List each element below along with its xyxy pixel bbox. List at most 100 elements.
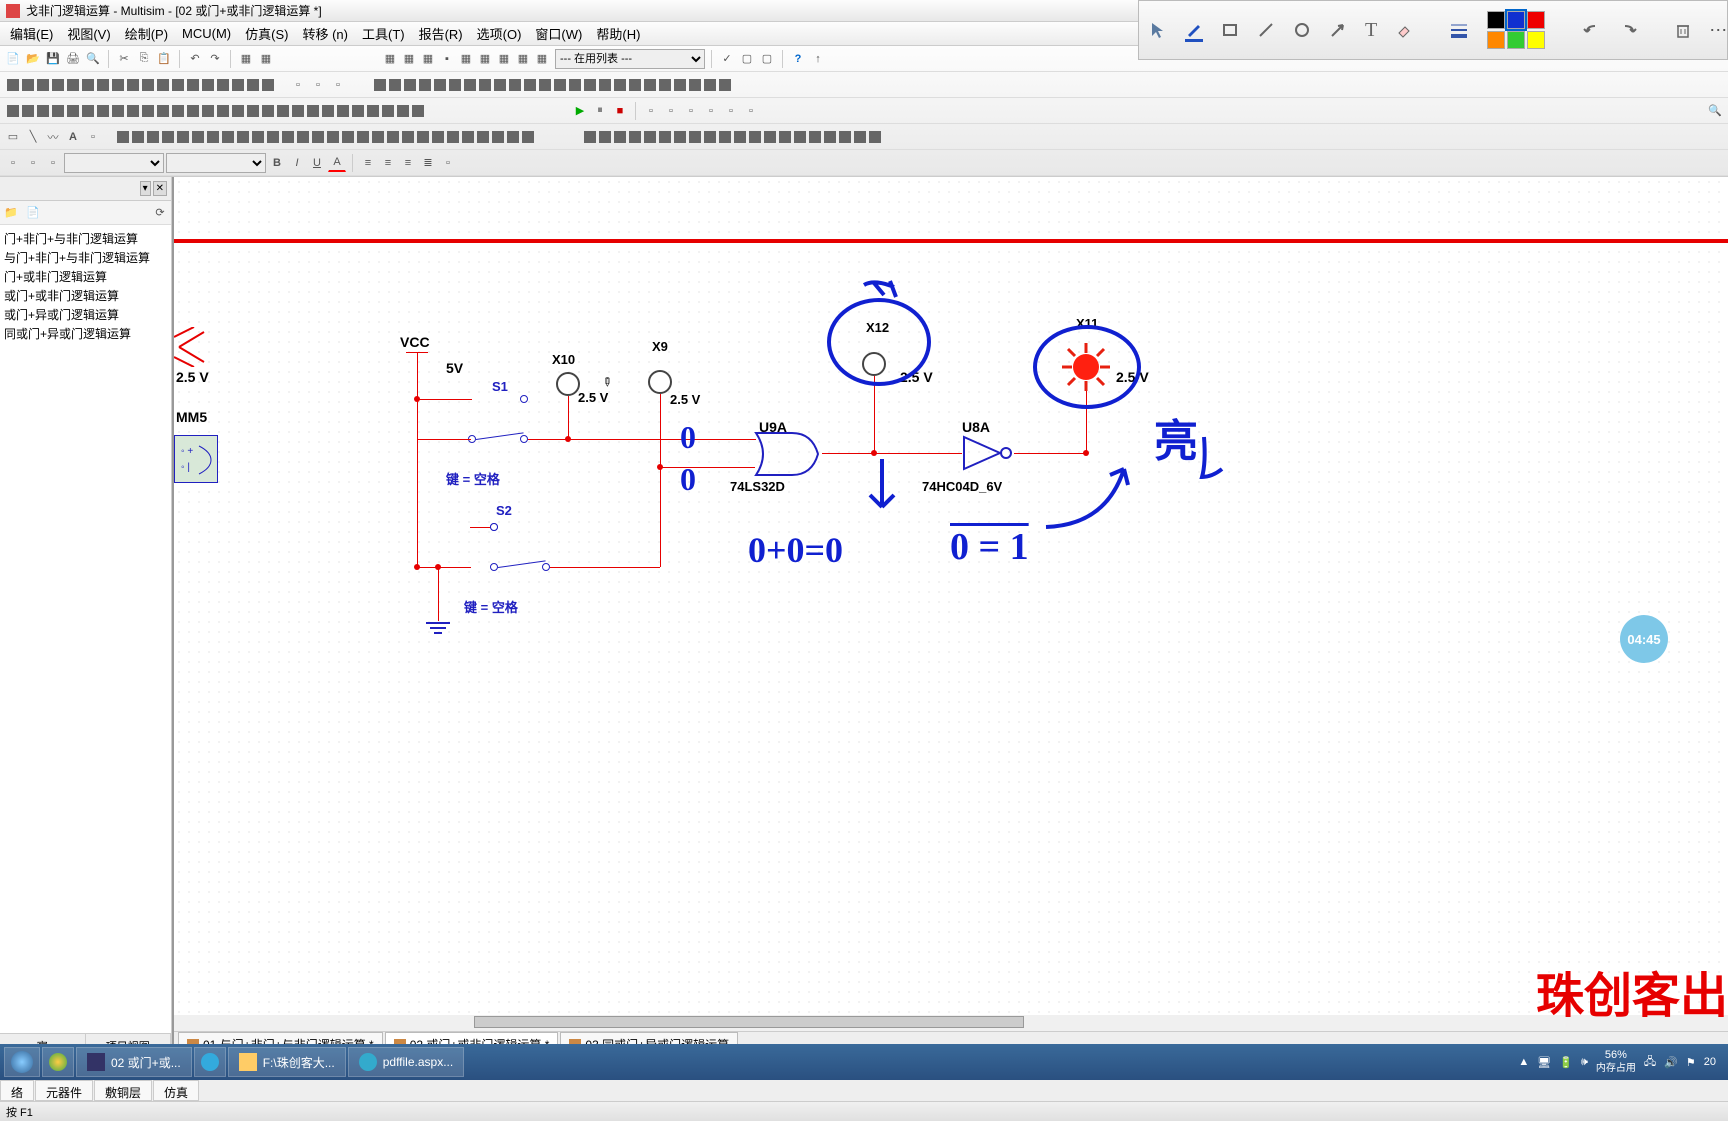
- task-multisim[interactable]: 02 或门+或...: [76, 1047, 192, 1077]
- design-tree[interactable]: 门+非门+与非门逻辑运算 与门+非门+与非门逻辑运算 门+或非门逻辑运算 或门+…: [0, 225, 171, 1033]
- color-green[interactable]: [1507, 31, 1525, 49]
- instr-icon[interactable]: [614, 79, 626, 91]
- menu-reports[interactable]: 报告(R): [413, 22, 469, 45]
- instr-icon[interactable]: [689, 79, 701, 91]
- instr-icon[interactable]: [297, 131, 309, 143]
- tool-icon[interactable]: ▫: [722, 102, 740, 120]
- instr-icon[interactable]: [7, 79, 19, 91]
- comp-icon[interactable]: ▦: [400, 50, 418, 68]
- comp-icon[interactable]: ▦: [457, 50, 475, 68]
- instr-icon[interactable]: [357, 131, 369, 143]
- scrollbar-horizontal[interactable]: [174, 1015, 1728, 1031]
- comp-icon[interactable]: ▦: [381, 50, 399, 68]
- instr-icon[interactable]: [584, 131, 596, 143]
- scrollbar-thumb[interactable]: [474, 1016, 1024, 1028]
- system-tray[interactable]: ▲ 🖥 🔋 🕪 56% 内存占用 🖧 🔊 ⚑ 20: [1510, 1049, 1724, 1074]
- bold-icon[interactable]: B: [268, 154, 286, 172]
- instr-icon[interactable]: [177, 131, 189, 143]
- instr-icon[interactable]: [322, 105, 334, 117]
- tool-icon[interactable]: ✓: [718, 50, 736, 68]
- color-black[interactable]: [1487, 11, 1505, 29]
- new-icon[interactable]: 📄: [4, 50, 22, 68]
- instr-icon[interactable]: [97, 105, 109, 117]
- instr-icon[interactable]: [492, 131, 504, 143]
- instr-icon[interactable]: [207, 131, 219, 143]
- not-gate[interactable]: [960, 433, 1016, 473]
- tab-copper[interactable]: 敷铜层: [94, 1080, 152, 1101]
- color-yellow[interactable]: [1527, 31, 1545, 49]
- instr-icon[interactable]: [202, 105, 214, 117]
- instr-icon[interactable]: [509, 79, 521, 91]
- tray-icon[interactable]: 🕪: [1581, 1056, 1588, 1069]
- probe-x10[interactable]: [556, 372, 580, 396]
- instr-icon[interactable]: [447, 131, 459, 143]
- instr-icon[interactable]: [172, 105, 184, 117]
- font-select[interactable]: [64, 153, 164, 173]
- line-tool-icon[interactable]: [1257, 18, 1275, 42]
- redo-icon[interactable]: ↷: [206, 50, 224, 68]
- help-icon[interactable]: ?: [789, 50, 807, 68]
- instr-icon[interactable]: [262, 105, 274, 117]
- instr-icon[interactable]: [232, 105, 244, 117]
- cut-icon[interactable]: ✂: [115, 50, 133, 68]
- menu-view[interactable]: 视图(V): [61, 22, 116, 45]
- clock[interactable]: 20: [1704, 1056, 1716, 1068]
- instr-icon[interactable]: [644, 131, 656, 143]
- tree-item[interactable]: 与门+非门+与非门逻辑运算: [2, 248, 169, 267]
- instr-icon[interactable]: [282, 131, 294, 143]
- instr-icon[interactable]: [127, 105, 139, 117]
- tray-icon[interactable]: 🔊: [1664, 1056, 1678, 1069]
- instr-icon[interactable]: [22, 105, 34, 117]
- instr-icon[interactable]: [157, 105, 169, 117]
- instr-icon[interactable]: [419, 79, 431, 91]
- instr-icon[interactable]: [824, 131, 836, 143]
- shape-rect-icon[interactable]: ▭: [4, 128, 22, 146]
- instr-icon[interactable]: [277, 105, 289, 117]
- pen-tool-icon[interactable]: [1185, 18, 1203, 42]
- tree-icon[interactable]: 📄: [24, 204, 42, 222]
- instr-icon[interactable]: [689, 131, 701, 143]
- instr-icon[interactable]: [584, 79, 596, 91]
- instr-icon[interactable]: [97, 79, 109, 91]
- comp-icon[interactable]: ▦: [495, 50, 513, 68]
- align-left-icon[interactable]: ≡: [359, 154, 377, 172]
- tree-item[interactable]: 或门+或非门逻辑运算: [2, 286, 169, 305]
- tree-item[interactable]: 门+或非门逻辑运算: [2, 267, 169, 286]
- align-center-icon[interactable]: ≡: [379, 154, 397, 172]
- instr-icon[interactable]: [387, 131, 399, 143]
- cursor-tool-icon[interactable]: [1149, 18, 1167, 42]
- zoom-icon[interactable]: 🔍: [1706, 102, 1724, 120]
- undo-icon[interactable]: ↶: [186, 50, 204, 68]
- color-palette[interactable]: [1487, 11, 1545, 49]
- instr-icon[interactable]: [614, 131, 626, 143]
- instr-icon[interactable]: [599, 131, 611, 143]
- instr-icon[interactable]: [267, 131, 279, 143]
- instr-icon[interactable]: [539, 79, 551, 91]
- comp-icon[interactable]: ▦: [476, 50, 494, 68]
- instr-icon[interactable]: [217, 105, 229, 117]
- delete-icon[interactable]: [1675, 18, 1691, 42]
- copy-icon[interactable]: ⎘: [135, 50, 153, 68]
- probe-x9[interactable]: [648, 370, 672, 394]
- tree-item[interactable]: 同或门+异或门逻辑运算: [2, 324, 169, 343]
- instr-icon[interactable]: [432, 131, 444, 143]
- instr-icon[interactable]: [477, 131, 489, 143]
- instr-icon[interactable]: [67, 79, 79, 91]
- menu-edit[interactable]: 编辑(E): [4, 22, 59, 45]
- schematic-canvas[interactable]: 2.5 V MM5 ◦ +◦ | VCC 5V S1: [172, 177, 1728, 1057]
- play-icon[interactable]: ▶: [571, 102, 589, 120]
- rect-tool-icon[interactable]: [1221, 18, 1239, 42]
- instr-icon[interactable]: [222, 131, 234, 143]
- instr-icon[interactable]: [412, 105, 424, 117]
- instr-icon[interactable]: [117, 131, 129, 143]
- instr-icon[interactable]: [187, 105, 199, 117]
- refresh-icon[interactable]: ⟳: [151, 204, 169, 222]
- menu-mcu[interactable]: MCU(M): [176, 24, 237, 43]
- instr-icon[interactable]: [749, 131, 761, 143]
- tool-icon[interactable]: ▫: [642, 102, 660, 120]
- tray-icon[interactable]: 🖥: [1537, 1056, 1551, 1069]
- instr-icon[interactable]: [507, 131, 519, 143]
- menu-simulate[interactable]: 仿真(S): [239, 22, 294, 45]
- tool-icon[interactable]: ↑: [809, 50, 827, 68]
- instr-icon[interactable]: [157, 79, 169, 91]
